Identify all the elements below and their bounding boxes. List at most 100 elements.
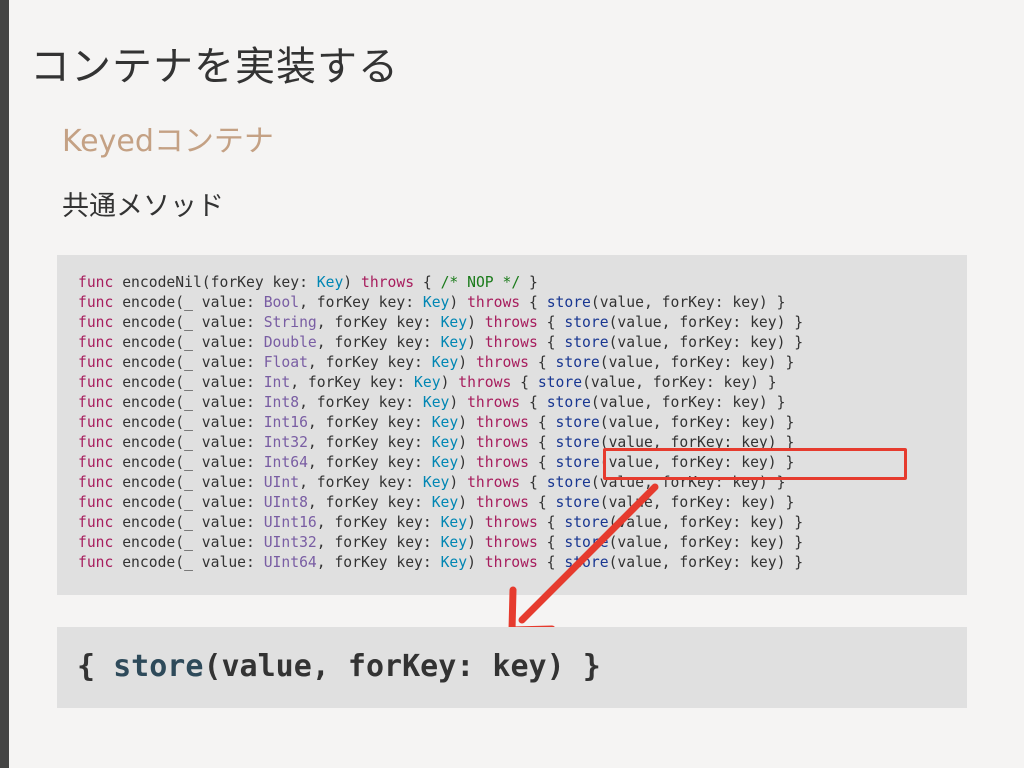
code-line: func encode(_ value: Int8, forKey key: K… (78, 394, 785, 411)
value-type: UInt32 (263, 534, 317, 551)
keyword-func: func (78, 554, 114, 571)
code-text: ) (467, 314, 485, 331)
keyword-func: func (78, 434, 114, 451)
keyword-func: func (78, 334, 114, 351)
code-text: (value, forKey: key) } (599, 494, 795, 511)
code-text: encode(_ value: (113, 514, 264, 531)
code-text: , forKey key: (307, 414, 432, 431)
code-line: func encode(_ value: Double, forKey key:… (78, 334, 803, 351)
code-text: encode(_ value: (113, 294, 264, 311)
encode-lines: func encode(_ value: Bool, forKey key: K… (78, 294, 803, 571)
value-type: Int64 (263, 454, 308, 471)
code-text: (value, forKey: key) } (582, 374, 777, 391)
section-heading: 共通メソッド (62, 191, 224, 222)
keyword-throws: throws (484, 554, 538, 571)
code-text: ) (467, 514, 485, 531)
code-text: { (511, 374, 538, 391)
key-type: Key (316, 274, 344, 291)
code-text: ) (458, 414, 476, 431)
store-call: store (564, 334, 609, 351)
key-type: Key (422, 394, 450, 411)
code-text: { (537, 514, 565, 531)
code-text: ) (440, 374, 459, 391)
code-text: , forKey key: (299, 394, 423, 411)
value-type: UInt8 (263, 494, 308, 511)
value-type: String (263, 314, 317, 331)
code-text: } (520, 274, 538, 291)
code-text: { (520, 294, 547, 311)
code-text: , forKey key: (316, 534, 441, 551)
code-text: ) (449, 294, 468, 311)
code-text: { (529, 414, 556, 431)
store-call: store (546, 474, 591, 491)
key-type: Key (414, 374, 441, 391)
store-call: store (546, 294, 591, 311)
code-line: func encode(_ value: String, forKey key:… (78, 314, 803, 331)
zoom-rest: (value, forKey: key) } (203, 649, 601, 684)
code-text: encode(_ value: (113, 534, 264, 551)
value-type: Bool (263, 294, 300, 311)
keyword-throws: throws (475, 454, 529, 471)
value-type: Float (263, 354, 308, 371)
keyword-func: func (78, 394, 114, 411)
key-type: Key (431, 354, 459, 371)
code-text: , forKey key: (316, 554, 441, 571)
code-text: ) (458, 494, 476, 511)
keyword-func: func (78, 534, 114, 551)
code-text: encode(_ value: (113, 374, 264, 391)
keyword-func: func (78, 374, 114, 391)
keyword-throws: throws (475, 434, 529, 451)
code-line: func encode(_ value: Bool, forKey key: K… (78, 294, 785, 311)
code-text: , forKey key: (307, 454, 432, 471)
code-text: ) (449, 394, 468, 411)
keyword-func: func (78, 414, 114, 431)
store-call: store (546, 394, 591, 411)
code-text: ) (467, 334, 485, 351)
code-line: func encode(_ value: Int16, forKey key: … (78, 414, 794, 431)
keyword-throws: throws (458, 374, 512, 391)
code-text: ) (449, 474, 468, 491)
keyword-func: func (78, 274, 114, 291)
code-text: { (537, 534, 565, 551)
keyword-throws: throws (475, 494, 529, 511)
code-text: { (529, 494, 556, 511)
key-type: Key (431, 434, 459, 451)
code-text: (value, forKey: key) } (608, 554, 804, 571)
code-text: ) (467, 534, 485, 551)
store-call: store (555, 414, 600, 431)
store-call: store (564, 554, 609, 571)
code-text: encode(_ value: (113, 494, 264, 511)
key-type: Key (431, 494, 459, 511)
code-line: func encodeNil(forKey key: Key) throws {… (78, 274, 538, 291)
code-text: , forKey key: (299, 294, 423, 311)
code-text: ) (458, 454, 476, 471)
arrow-head (508, 586, 556, 634)
key-type: Key (440, 314, 468, 331)
value-type: Int8 (263, 394, 300, 411)
keyword-throws: throws (484, 334, 538, 351)
code-text: , forKey key: (316, 314, 441, 331)
value-type: Double (263, 334, 317, 351)
key-type: Key (431, 454, 459, 471)
code-text: , forKey key: (316, 334, 441, 351)
code-text: { (520, 474, 547, 491)
slide-title: コンテナを実装する (30, 44, 399, 90)
keyword-func: func (78, 454, 114, 471)
store-call: store (537, 374, 583, 391)
store-call: store (555, 434, 600, 451)
code-text: { (414, 274, 441, 291)
code-text: ) (343, 274, 361, 291)
code-text: (value, forKey: key) } (590, 294, 786, 311)
key-type: Key (431, 414, 459, 431)
code-text: (value, forKey: key) } (608, 514, 804, 531)
key-type: Key (440, 334, 468, 351)
code-line: func encode(_ value: UInt16, forKey key:… (78, 514, 803, 531)
store-call: store (555, 494, 600, 511)
highlight-box (603, 448, 907, 480)
code-text: (value, forKey: key) } (590, 394, 786, 411)
zoom-code-block: { store(value, forKey: key) } (57, 627, 967, 708)
keyword-throws: throws (475, 354, 529, 371)
code-line: func encode(_ value: UInt64, forKey key:… (78, 554, 803, 571)
keyword-func: func (78, 354, 114, 371)
code-text: { (537, 334, 565, 351)
